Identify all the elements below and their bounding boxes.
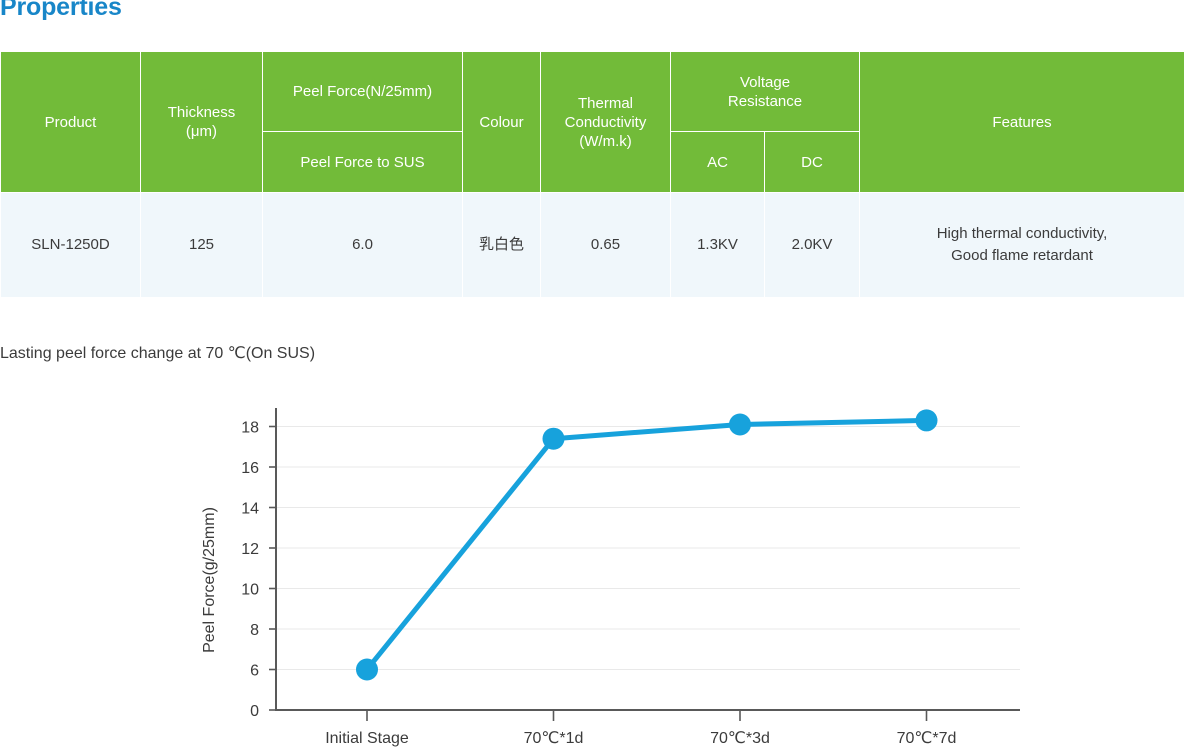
chart-gridlines [277, 427, 1020, 670]
page-title: Properties [0, 0, 122, 23]
cell-features: High thermal conductivity, Good flame re… [860, 193, 1184, 298]
table-body: SLN-1250D 125 6.0 乳白色 0.65 1.3KV 2.0KV H… [1, 193, 1184, 298]
column-header-thickness-line2: (μm) [141, 122, 262, 141]
y-tick-label: 14 [241, 501, 259, 518]
chart-x-ticks [367, 710, 927, 721]
cell-voltage-ac: 1.3KV [671, 193, 765, 298]
peel-force-chart: 0 6 8 10 12 14 16 18 Initial Stage 70℃*1d 70℃*3d 7… [0, 390, 1184, 753]
y-tick-label: 10 [241, 582, 259, 599]
column-header-thermal-line1: Thermal [541, 94, 670, 113]
column-header-voltage-dc: DC [765, 132, 860, 193]
y-tick-label: 8 [250, 622, 259, 639]
column-header-product: Product [1, 52, 141, 193]
cell-thickness: 125 [141, 193, 263, 298]
chart-svg: 0 6 8 10 12 14 16 18 Initial Stage 70℃*1d 70℃*3d 7… [0, 390, 1184, 753]
series-data-point [729, 414, 751, 436]
cell-features-line1: High thermal conductivity, [860, 223, 1184, 245]
column-header-voltage-line1: Voltage [671, 73, 859, 92]
x-tick-label: 70℃*1d [524, 730, 584, 747]
series-data-point [916, 409, 938, 431]
column-header-peel-force-to-sus: Peel Force to SUS [263, 132, 463, 193]
table-header-row-1: Product Thickness (μm) Peel Force(N/25mm… [1, 52, 1184, 132]
x-tick-label: Initial Stage [325, 730, 409, 747]
column-header-thickness-line1: Thickness [141, 103, 262, 122]
series-line-peel-force [367, 420, 927, 669]
series-data-point [543, 428, 565, 450]
y-tick-label: 18 [241, 420, 259, 437]
y-tick-label: 16 [241, 460, 259, 477]
y-tick-label: 12 [241, 541, 259, 558]
chart-caption: Lasting peel force change at 70 ℃(On SUS… [0, 343, 315, 365]
y-axis-title: Peel Force(g/25mm) [201, 507, 218, 653]
chart-x-tick-labels: Initial Stage 70℃*1d 70℃*3d 70℃*7d [325, 730, 956, 747]
column-header-peel-force-group: Peel Force(N/25mm) [263, 52, 463, 132]
column-header-features: Features [860, 52, 1184, 193]
chart-y-tick-labels: 0 6 8 10 12 14 16 18 [241, 420, 259, 721]
table-row: SLN-1250D 125 6.0 乳白色 0.65 1.3KV 2.0KV H… [1, 193, 1184, 298]
column-header-thickness: Thickness (μm) [141, 52, 263, 193]
series-markers [356, 409, 938, 680]
column-header-voltage-resistance-group: Voltage Resistance [671, 52, 860, 132]
table-header: Product Thickness (μm) Peel Force(N/25mm… [1, 52, 1184, 193]
column-header-thermal-conductivity: Thermal Conductivity (W/m.k) [541, 52, 671, 193]
cell-product: SLN-1250D [1, 193, 141, 298]
cell-thermal-conductivity: 0.65 [541, 193, 671, 298]
y-tick-label: 0 [250, 703, 259, 720]
column-header-thermal-line3: (W/m.k) [541, 132, 670, 151]
x-tick-label: 70℃*3d [710, 730, 770, 747]
series-data-point [356, 659, 378, 681]
column-header-colour: Colour [463, 52, 541, 193]
cell-voltage-dc: 2.0KV [765, 193, 860, 298]
column-header-voltage-ac: AC [671, 132, 765, 193]
x-tick-label: 70℃*7d [897, 730, 957, 747]
column-header-thermal-line2: Conductivity [541, 113, 670, 132]
y-tick-label: 6 [250, 663, 259, 680]
column-header-voltage-line2: Resistance [671, 92, 859, 111]
cell-features-line2: Good flame retardant [860, 245, 1184, 267]
cell-peel-force-to-sus: 6.0 [263, 193, 463, 298]
properties-table: Product Thickness (μm) Peel Force(N/25mm… [0, 51, 1184, 298]
cell-colour: 乳白色 [463, 193, 541, 298]
